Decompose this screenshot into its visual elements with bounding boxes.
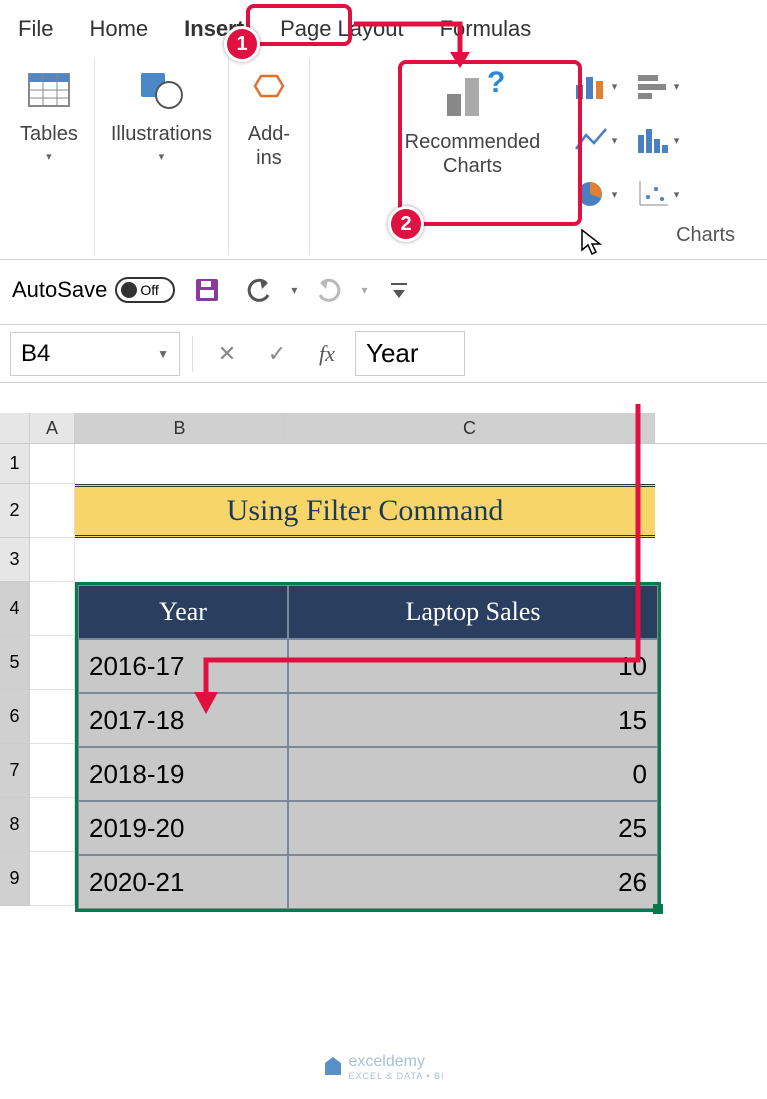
formula-bar: B4 ▼ ✕ ✓ fx Year <box>0 325 767 383</box>
illustrations-button[interactable]: Illustrations ▾ <box>103 62 220 167</box>
row-header-1[interactable]: 1 <box>0 444 30 484</box>
cell[interactable]: 2020-21 <box>78 855 288 909</box>
name-box[interactable]: B4 ▼ <box>10 332 180 376</box>
addins-button[interactable]: Add- ins <box>237 62 301 174</box>
bar-chart-button[interactable]: ▾ <box>629 62 685 110</box>
toggle-state: Off <box>140 282 158 298</box>
toggle-knob <box>121 282 137 298</box>
insert-function-button[interactable]: fx <box>305 332 349 376</box>
recommended-charts-label: Recommended Charts <box>405 130 541 178</box>
autosave-toggle[interactable]: AutoSave Off <box>12 277 175 303</box>
selection-handle[interactable] <box>653 904 663 914</box>
row-header-2[interactable]: 2 <box>0 484 30 538</box>
watermark-sub: EXCEL & DATA • BI <box>348 1071 444 1081</box>
callout-badge-2: 2 <box>388 206 424 242</box>
cell[interactable]: 10 <box>288 639 658 693</box>
group-charts: ? Recommended Charts ▾ ▾ ▾ ▾ ▾ <box>310 58 763 255</box>
tab-file[interactable]: File <box>0 8 71 50</box>
toggle-switch[interactable]: Off <box>115 277 175 303</box>
cell[interactable]: 2018-19 <box>78 747 288 801</box>
table-icon <box>25 66 73 114</box>
check-icon: ✓ <box>268 341 286 367</box>
x-icon: ✕ <box>218 341 236 367</box>
recommended-charts-icon: ? <box>437 66 507 122</box>
selected-range[interactable]: Year Laptop Sales 2016-1710 2017-1815 20… <box>75 582 661 912</box>
tables-label: Tables <box>20 122 78 146</box>
chevron-down-icon[interactable]: ▾ <box>361 283 367 297</box>
redo-button[interactable] <box>309 270 349 310</box>
shapes-icon <box>137 66 185 114</box>
chevron-down-icon[interactable]: ▾ <box>291 283 297 297</box>
addins-icon <box>245 66 293 114</box>
customize-qat-button[interactable] <box>379 270 419 310</box>
recommended-charts-button[interactable]: ? Recommended Charts <box>387 62 557 182</box>
enter-formula-button[interactable]: ✓ <box>255 332 299 376</box>
scatter-chart-button[interactable]: ▾ <box>629 170 685 218</box>
cell[interactable]: 25 <box>288 801 658 855</box>
pie-chart-button[interactable]: ▾ <box>567 170 623 218</box>
cursor-icon <box>580 228 602 256</box>
row-header-4[interactable]: 4 <box>0 582 30 636</box>
svg-text:?: ? <box>487 66 505 99</box>
cell[interactable]: 0 <box>288 747 658 801</box>
chevron-down-icon[interactable]: ▼ <box>157 347 169 361</box>
row-header-9[interactable]: 9 <box>0 852 30 906</box>
cell[interactable]: 2016-17 <box>78 639 288 693</box>
group-tables: Tables ▾ <box>4 58 95 255</box>
row-header-3[interactable]: 3 <box>0 538 30 582</box>
cancel-formula-button[interactable]: ✕ <box>205 332 249 376</box>
tab-home[interactable]: Home <box>71 8 166 50</box>
worksheet: A B C 1 2 Using Filter Command 3 4 5 6 <box>0 413 767 912</box>
cell[interactable]: 2017-18 <box>78 693 288 747</box>
cell[interactable]: 26 <box>288 855 658 909</box>
chevron-down-icon: ▾ <box>159 150 165 163</box>
cell[interactable]: 2019-20 <box>78 801 288 855</box>
callout-badge-1: 1 <box>224 26 260 62</box>
line-chart-button[interactable]: ▾ <box>567 116 623 164</box>
row-header-7[interactable]: 7 <box>0 744 30 798</box>
column-chart-button[interactable]: ▾ <box>567 62 623 110</box>
row-header-8[interactable]: 8 <box>0 798 30 852</box>
fx-icon: fx <box>319 341 335 367</box>
group-illustrations: Illustrations ▾ <box>95 58 229 255</box>
name-box-value: B4 <box>21 340 50 368</box>
chart-type-grid: ▾ ▾ ▾ ▾ ▾ ▾ <box>567 62 685 218</box>
row-header-5[interactable]: 5 <box>0 636 30 690</box>
watermark: exceldemy EXCEL & DATA • BI <box>322 1053 444 1081</box>
ribbon-body: Tables ▾ Illustrations ▾ Add- ins ? <box>0 50 767 260</box>
row-header-6[interactable]: 6 <box>0 690 30 744</box>
save-button[interactable] <box>187 270 227 310</box>
addins-label: Add- ins <box>248 122 290 170</box>
undo-button[interactable] <box>239 270 279 310</box>
cell[interactable]: 15 <box>288 693 658 747</box>
quick-access-toolbar: AutoSave Off ▾ ▾ <box>0 260 767 325</box>
histogram-button[interactable]: ▾ <box>629 116 685 164</box>
table-header-sales[interactable]: Laptop Sales <box>288 585 658 639</box>
watermark-text: exceldemy <box>348 1053 424 1070</box>
column-headers: A B C <box>0 413 767 444</box>
tab-page-layout[interactable]: Page Layout <box>262 8 422 50</box>
autosave-label: AutoSave <box>12 277 107 303</box>
chevron-down-icon: ▾ <box>46 150 52 163</box>
col-header-a[interactable]: A <box>30 413 75 443</box>
ribbon-tabs: File Home Insert Page Layout Formulas <box>0 0 767 50</box>
charts-group-label: Charts <box>676 224 735 247</box>
col-header-c[interactable]: C <box>285 413 655 443</box>
title-cell[interactable]: Using Filter Command <box>75 484 655 538</box>
illustrations-label: Illustrations <box>111 122 212 146</box>
formula-input[interactable]: Year <box>355 331 465 376</box>
table-header-year[interactable]: Year <box>78 585 288 639</box>
tables-button[interactable]: Tables ▾ <box>12 62 86 167</box>
col-header-b[interactable]: B <box>75 413 285 443</box>
tab-formulas[interactable]: Formulas <box>422 8 550 50</box>
group-addins: Add- ins <box>229 58 310 255</box>
select-all-corner[interactable] <box>0 413 30 443</box>
